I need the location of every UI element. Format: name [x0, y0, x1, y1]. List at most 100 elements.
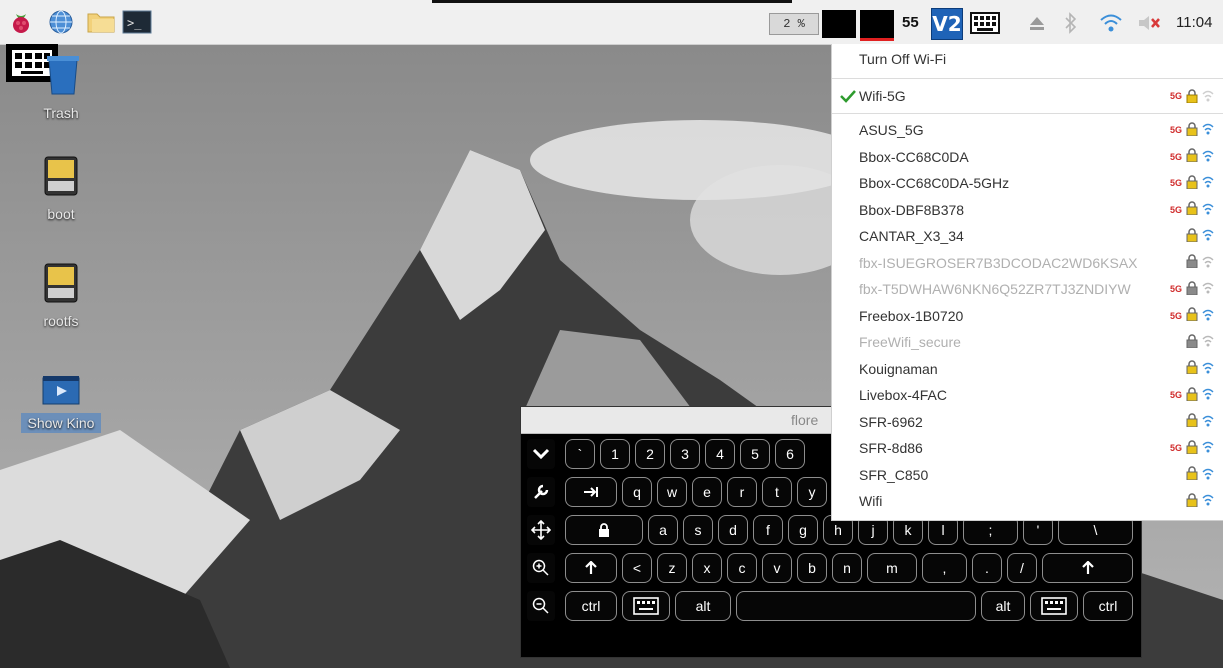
- key-left-ctrl[interactable]: ctrl: [565, 591, 617, 621]
- key-c[interactable]: c: [727, 553, 757, 583]
- lock-icon: [1186, 227, 1198, 245]
- key-right-shift[interactable]: [1042, 553, 1133, 583]
- desktop-icon-show-kino[interactable]: Show Kino: [21, 374, 101, 433]
- file-manager-button[interactable]: [86, 8, 116, 36]
- network-item[interactable]: Livebox-4FAC 5G: [832, 382, 1223, 408]
- key-d[interactable]: d: [718, 515, 748, 545]
- wifi-signal-icon: [1202, 361, 1214, 377]
- chevron-down-icon: [532, 448, 550, 460]
- lock-icon: [1186, 121, 1198, 139]
- key-3[interactable]: 3: [670, 439, 700, 469]
- wifi-signal-icon: [1202, 255, 1214, 271]
- web-browser-button[interactable]: [46, 8, 76, 36]
- eject-button[interactable]: [1026, 10, 1048, 36]
- network-item[interactable]: CANTAR_X3_34: [832, 223, 1223, 249]
- bluetooth-button[interactable]: [1060, 10, 1082, 36]
- key-right-ctrl[interactable]: ctrl: [1083, 591, 1133, 621]
- key-left-alt[interactable]: alt: [675, 591, 731, 621]
- key-right-alt[interactable]: alt: [981, 591, 1025, 621]
- network-status-icons: 5G: [1170, 439, 1214, 457]
- wifi-signal-icon: [1202, 414, 1214, 430]
- key-right-super[interactable]: [1030, 591, 1078, 621]
- key-e[interactable]: e: [692, 477, 722, 507]
- network-item[interactable]: FreeWifi_secure: [832, 329, 1223, 355]
- key-period[interactable]: .: [972, 553, 1002, 583]
- network-item[interactable]: SFR_C850: [832, 462, 1223, 488]
- key-v[interactable]: v: [762, 553, 792, 583]
- hide-keyboard-button[interactable]: [527, 439, 555, 469]
- key-6[interactable]: 6: [775, 439, 805, 469]
- key-w[interactable]: w: [657, 477, 687, 507]
- turn-off-wifi-item[interactable]: Turn Off Wi-Fi: [832, 46, 1223, 72]
- key-t[interactable]: t: [762, 477, 792, 507]
- network-item[interactable]: SFR-8d86 5G: [832, 435, 1223, 461]
- network-item[interactable]: Bbox-CC68C0DA-5GHz 5G: [832, 170, 1223, 196]
- desktop-icon-rootfs[interactable]: rootfs: [21, 262, 101, 329]
- network-item[interactable]: Kouignaman: [832, 356, 1223, 382]
- network-item[interactable]: SFR-6962: [832, 409, 1223, 435]
- network-item[interactable]: Bbox-CC68C0DA 5G: [832, 144, 1223, 170]
- key-m[interactable]: m: [867, 553, 917, 583]
- key-less-than[interactable]: <: [622, 553, 652, 583]
- key-a[interactable]: a: [648, 515, 678, 545]
- volume-button[interactable]: [1135, 10, 1163, 36]
- network-status-icons: [1182, 227, 1214, 245]
- lock-icon: [1186, 148, 1198, 165]
- key-left-super[interactable]: [622, 591, 670, 621]
- wifi-network-button[interactable]: [1097, 10, 1125, 36]
- key-x[interactable]: x: [692, 553, 722, 583]
- wifi-signal-icon: [1202, 493, 1214, 509]
- network-item[interactable]: fbx-ISUEGROSER7B3DCODAC2WD6KSAX: [832, 250, 1223, 276]
- raspberry-menu-button[interactable]: [6, 8, 36, 36]
- connected-network-item[interactable]: Wifi-5G 5G: [832, 83, 1223, 109]
- settings-button[interactable]: [527, 477, 555, 507]
- desktop-icon-label: Trash: [43, 105, 79, 121]
- key-b[interactable]: b: [797, 553, 827, 583]
- network-item[interactable]: Bbox-DBF8B378 5G: [832, 197, 1223, 223]
- key-tab[interactable]: [565, 477, 617, 507]
- 5g-band-badge: 5G: [1169, 151, 1182, 162]
- key-backtick[interactable]: `: [565, 439, 595, 469]
- network-item[interactable]: Wifi: [832, 488, 1223, 514]
- key-z[interactable]: z: [657, 553, 687, 583]
- key-q[interactable]: q: [622, 477, 652, 507]
- key-space[interactable]: [736, 591, 976, 621]
- clock[interactable]: 11:04: [1176, 14, 1212, 31]
- network-item[interactable]: ASUS_5G 5G: [832, 117, 1223, 143]
- zoom-in-button[interactable]: [527, 553, 555, 583]
- key-g[interactable]: g: [788, 515, 818, 545]
- key-n[interactable]: n: [832, 553, 862, 583]
- key-5[interactable]: 5: [740, 439, 770, 469]
- key-r[interactable]: r: [727, 477, 757, 507]
- network-item[interactable]: Freebox-1B0720 5G: [832, 303, 1223, 329]
- key-1[interactable]: 1: [600, 439, 630, 469]
- network-name: SFR-6962: [859, 413, 923, 430]
- key-slash[interactable]: /: [1007, 553, 1037, 583]
- vnc-server-button[interactable]: V2: [931, 8, 963, 40]
- keyboard-title: flore: [791, 412, 819, 428]
- key-s[interactable]: s: [683, 515, 713, 545]
- lock-icon: [1186, 280, 1198, 298]
- lock-icon: [1186, 201, 1198, 218]
- lock-icon: [599, 523, 609, 537]
- network-item[interactable]: fbx-T5DWHAW6NKN6Q52ZR7TJ3ZNDIYW 5G: [832, 276, 1223, 302]
- desktop-icon-boot[interactable]: boot: [21, 155, 101, 222]
- move-keyboard-button[interactable]: [527, 515, 555, 545]
- key-f[interactable]: f: [753, 515, 783, 545]
- wifi-signal-icon: [1202, 308, 1214, 324]
- network-name: Wifi-5G: [859, 88, 906, 104]
- key-2[interactable]: 2: [635, 439, 665, 469]
- key-comma[interactable]: ,: [922, 553, 967, 583]
- 5g-band-badge: 5G: [1169, 390, 1182, 400]
- zoom-out-button[interactable]: [527, 591, 555, 621]
- network-name: Freebox-1B0720: [859, 307, 964, 324]
- terminal-button[interactable]: >_: [122, 8, 152, 36]
- network-status-icons: [1182, 466, 1214, 483]
- key-y[interactable]: y: [797, 477, 827, 507]
- virtual-keyboard-button[interactable]: [968, 10, 1002, 36]
- key-4[interactable]: 4: [705, 439, 735, 469]
- desktop-icon-trash[interactable]: Trash: [21, 50, 101, 121]
- cpu-usage-monitor[interactable]: 2 %: [769, 13, 819, 35]
- key-caps-lock[interactable]: [565, 515, 643, 545]
- key-left-shift[interactable]: [565, 553, 617, 583]
